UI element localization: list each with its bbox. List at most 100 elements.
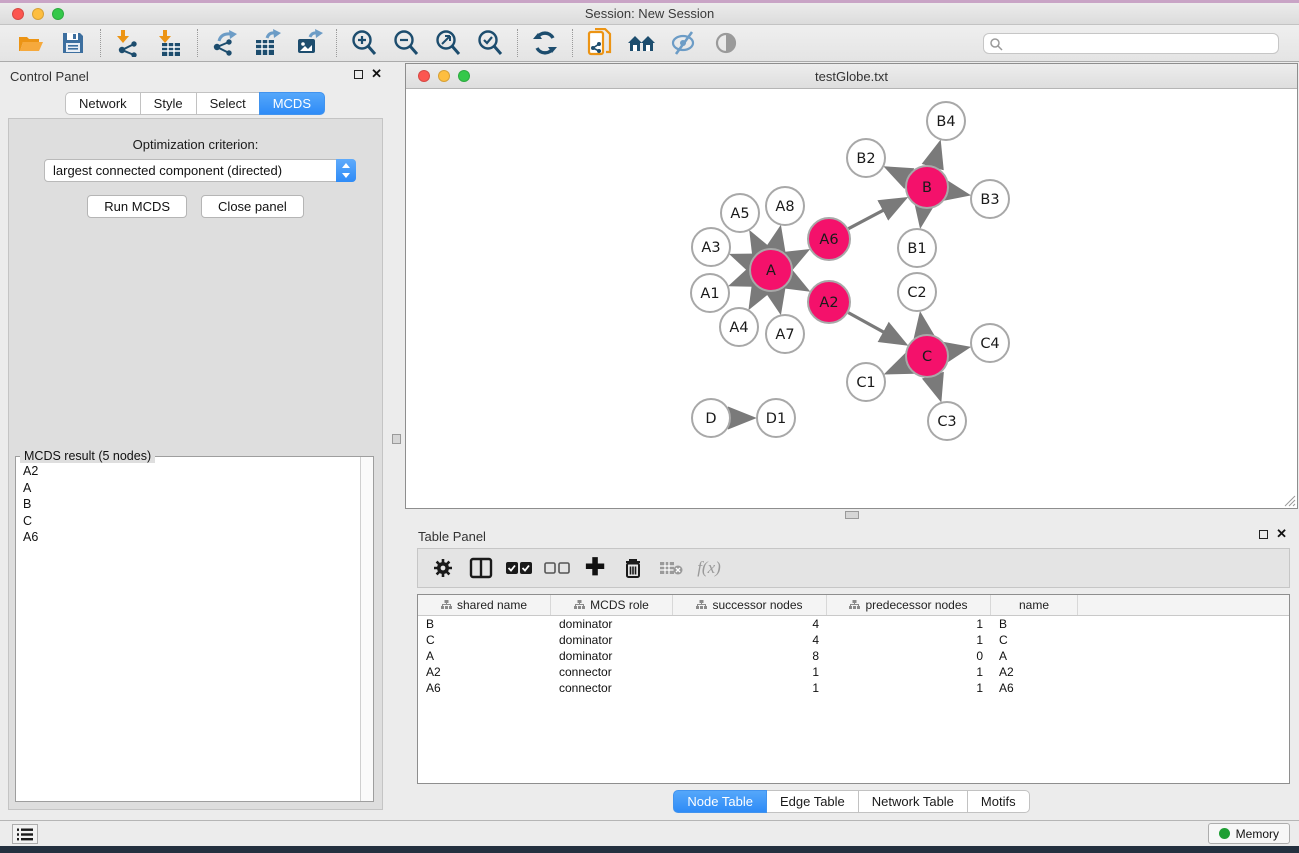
table-row[interactable]: Cdominator41C <box>418 632 1289 648</box>
edge-A-A1[interactable] <box>733 278 750 284</box>
network-minimize-icon[interactable] <box>438 70 450 82</box>
optimization-criterion-select[interactable]: largest connected component (directed) <box>44 159 356 182</box>
horizontal-split-divider[interactable] <box>404 510 1299 522</box>
node-A2[interactable]: A2 <box>808 281 850 323</box>
mcds-result-item[interactable]: A6 <box>17 529 359 546</box>
node-A1[interactable]: A1 <box>691 274 729 312</box>
table-row[interactable]: Adominator80A <box>418 648 1289 664</box>
show-unselected-icon[interactable] <box>540 553 574 583</box>
tab-mcds[interactable]: MCDS <box>259 92 325 115</box>
tab-network[interactable]: Network <box>65 92 141 115</box>
edge-A-A5[interactable] <box>752 235 761 251</box>
open-session-icon[interactable] <box>10 27 52 59</box>
node-D[interactable]: D <box>692 399 730 437</box>
titlebar[interactable]: Session: New Session <box>0 3 1299 25</box>
network-window-titlebar[interactable]: testGlobe.txt <box>406 64 1297 89</box>
show-all-networks-icon[interactable] <box>621 27 663 59</box>
vertical-split-divider[interactable] <box>390 62 404 820</box>
edge-A-A6[interactable] <box>790 252 805 260</box>
node-C4[interactable]: C4 <box>971 324 1009 362</box>
float-panel-icon[interactable] <box>354 70 363 79</box>
network-close-icon[interactable] <box>418 70 430 82</box>
split-columns-icon[interactable] <box>464 553 498 583</box>
table-row[interactable]: A2connector11A2 <box>418 664 1289 680</box>
task-history-button[interactable] <box>12 824 38 844</box>
tab-motifs[interactable]: Motifs <box>967 790 1030 813</box>
zoom-selected-icon[interactable] <box>469 27 511 59</box>
show-selected-checked-icon[interactable] <box>502 553 536 583</box>
node-A5[interactable]: A5 <box>721 194 759 232</box>
close-panel-button[interactable]: Close panel <box>201 195 304 218</box>
node-A7[interactable]: A7 <box>766 315 804 353</box>
edge-A-A2[interactable] <box>790 281 805 289</box>
delete-columns-icon[interactable] <box>616 553 650 583</box>
node-A6[interactable]: A6 <box>808 218 850 260</box>
save-session-icon[interactable] <box>52 27 94 59</box>
import-table-icon[interactable] <box>149 27 191 59</box>
copy-network-icon[interactable] <box>579 27 621 59</box>
edge-B-B2[interactable] <box>889 169 908 178</box>
edge-C-C2[interactable] <box>921 317 924 335</box>
tab-node-table[interactable]: Node Table <box>673 790 767 813</box>
zoom-fit-icon[interactable] <box>427 27 469 59</box>
delete-table-icon[interactable] <box>654 553 688 583</box>
network-zoom-icon[interactable] <box>458 70 470 82</box>
mcds-result-item[interactable]: A2 <box>17 463 359 480</box>
node-table[interactable]: shared nameMCDS rolesuccessor nodesprede… <box>417 594 1290 784</box>
mcds-result-item[interactable]: C <box>17 513 359 530</box>
edge-A-A8[interactable] <box>776 230 780 248</box>
edge-B-B4[interactable] <box>933 145 939 166</box>
node-A3[interactable]: A3 <box>692 228 730 266</box>
create-column-icon[interactable]: ✚ <box>578 553 612 583</box>
node-D1[interactable]: D1 <box>757 399 795 437</box>
node-C1[interactable]: C1 <box>847 363 885 401</box>
mcds-result-item[interactable]: B <box>17 496 359 513</box>
close-window-icon[interactable] <box>12 8 24 20</box>
node-C3[interactable]: C3 <box>928 402 966 440</box>
network-canvas[interactable]: B4B2BB3B1C2A5A8A6A3AA1A2A4A7CC4C1C3DD1 <box>406 89 1297 508</box>
network-graph[interactable]: B4B2BB3B1C2A5A8A6A3AA1A2A4A7CC4C1C3DD1 <box>406 89 1297 508</box>
apply-function-icon[interactable]: f(x) <box>692 553 726 583</box>
node-B1[interactable]: B1 <box>898 229 936 267</box>
table-settings-icon[interactable] <box>426 553 460 583</box>
node-B[interactable]: B <box>906 166 948 208</box>
memory-button[interactable]: Memory <box>1208 823 1290 844</box>
edge-A2-C[interactable] <box>848 313 903 343</box>
node-B2[interactable]: B2 <box>847 139 885 177</box>
search-input[interactable] <box>983 33 1279 54</box>
minimize-window-icon[interactable] <box>32 8 44 20</box>
edge-C-C3[interactable] <box>933 377 939 397</box>
zoom-window-icon[interactable] <box>52 8 64 20</box>
edge-A6-B[interactable] <box>848 200 903 229</box>
node-C2[interactable]: C2 <box>898 273 936 311</box>
edge-B-B1[interactable] <box>921 209 923 224</box>
table-row[interactable]: A6connector11A6 <box>418 680 1289 696</box>
node-A[interactable]: A <box>750 249 792 291</box>
export-image-icon[interactable] <box>288 27 330 59</box>
column-header-name[interactable]: name <box>991 595 1078 615</box>
vertical-split-grip[interactable] <box>392 434 401 444</box>
apply-layout-icon[interactable] <box>524 27 566 59</box>
horizontal-split-grip[interactable] <box>845 511 859 519</box>
column-header-successor-nodes[interactable]: successor nodes <box>673 595 827 615</box>
close-table-panel-icon[interactable]: ✕ <box>1276 529 1287 539</box>
tab-network-table[interactable]: Network Table <box>858 790 968 813</box>
float-table-panel-icon[interactable] <box>1259 530 1268 539</box>
run-mcds-button[interactable]: Run MCDS <box>87 195 187 218</box>
export-network-icon[interactable] <box>204 27 246 59</box>
zoom-in-icon[interactable] <box>343 27 385 59</box>
column-header-MCDS-role[interactable]: MCDS role <box>551 595 673 615</box>
tab-select[interactable]: Select <box>196 92 260 115</box>
mcds-result-item[interactable]: A <box>17 480 359 497</box>
column-header-shared-name[interactable]: shared name <box>418 595 551 615</box>
node-B3[interactable]: B3 <box>971 180 1009 218</box>
node-A8[interactable]: A8 <box>766 187 804 225</box>
edge-C-C1[interactable] <box>889 365 907 373</box>
edge-A-A4[interactable] <box>751 289 760 305</box>
edge-A-A7[interactable] <box>776 291 780 309</box>
import-network-icon[interactable] <box>107 27 149 59</box>
node-C[interactable]: C <box>906 335 948 377</box>
edge-A-A3[interactable] <box>734 256 750 262</box>
node-A4[interactable]: A4 <box>720 308 758 346</box>
tab-style[interactable]: Style <box>140 92 197 115</box>
